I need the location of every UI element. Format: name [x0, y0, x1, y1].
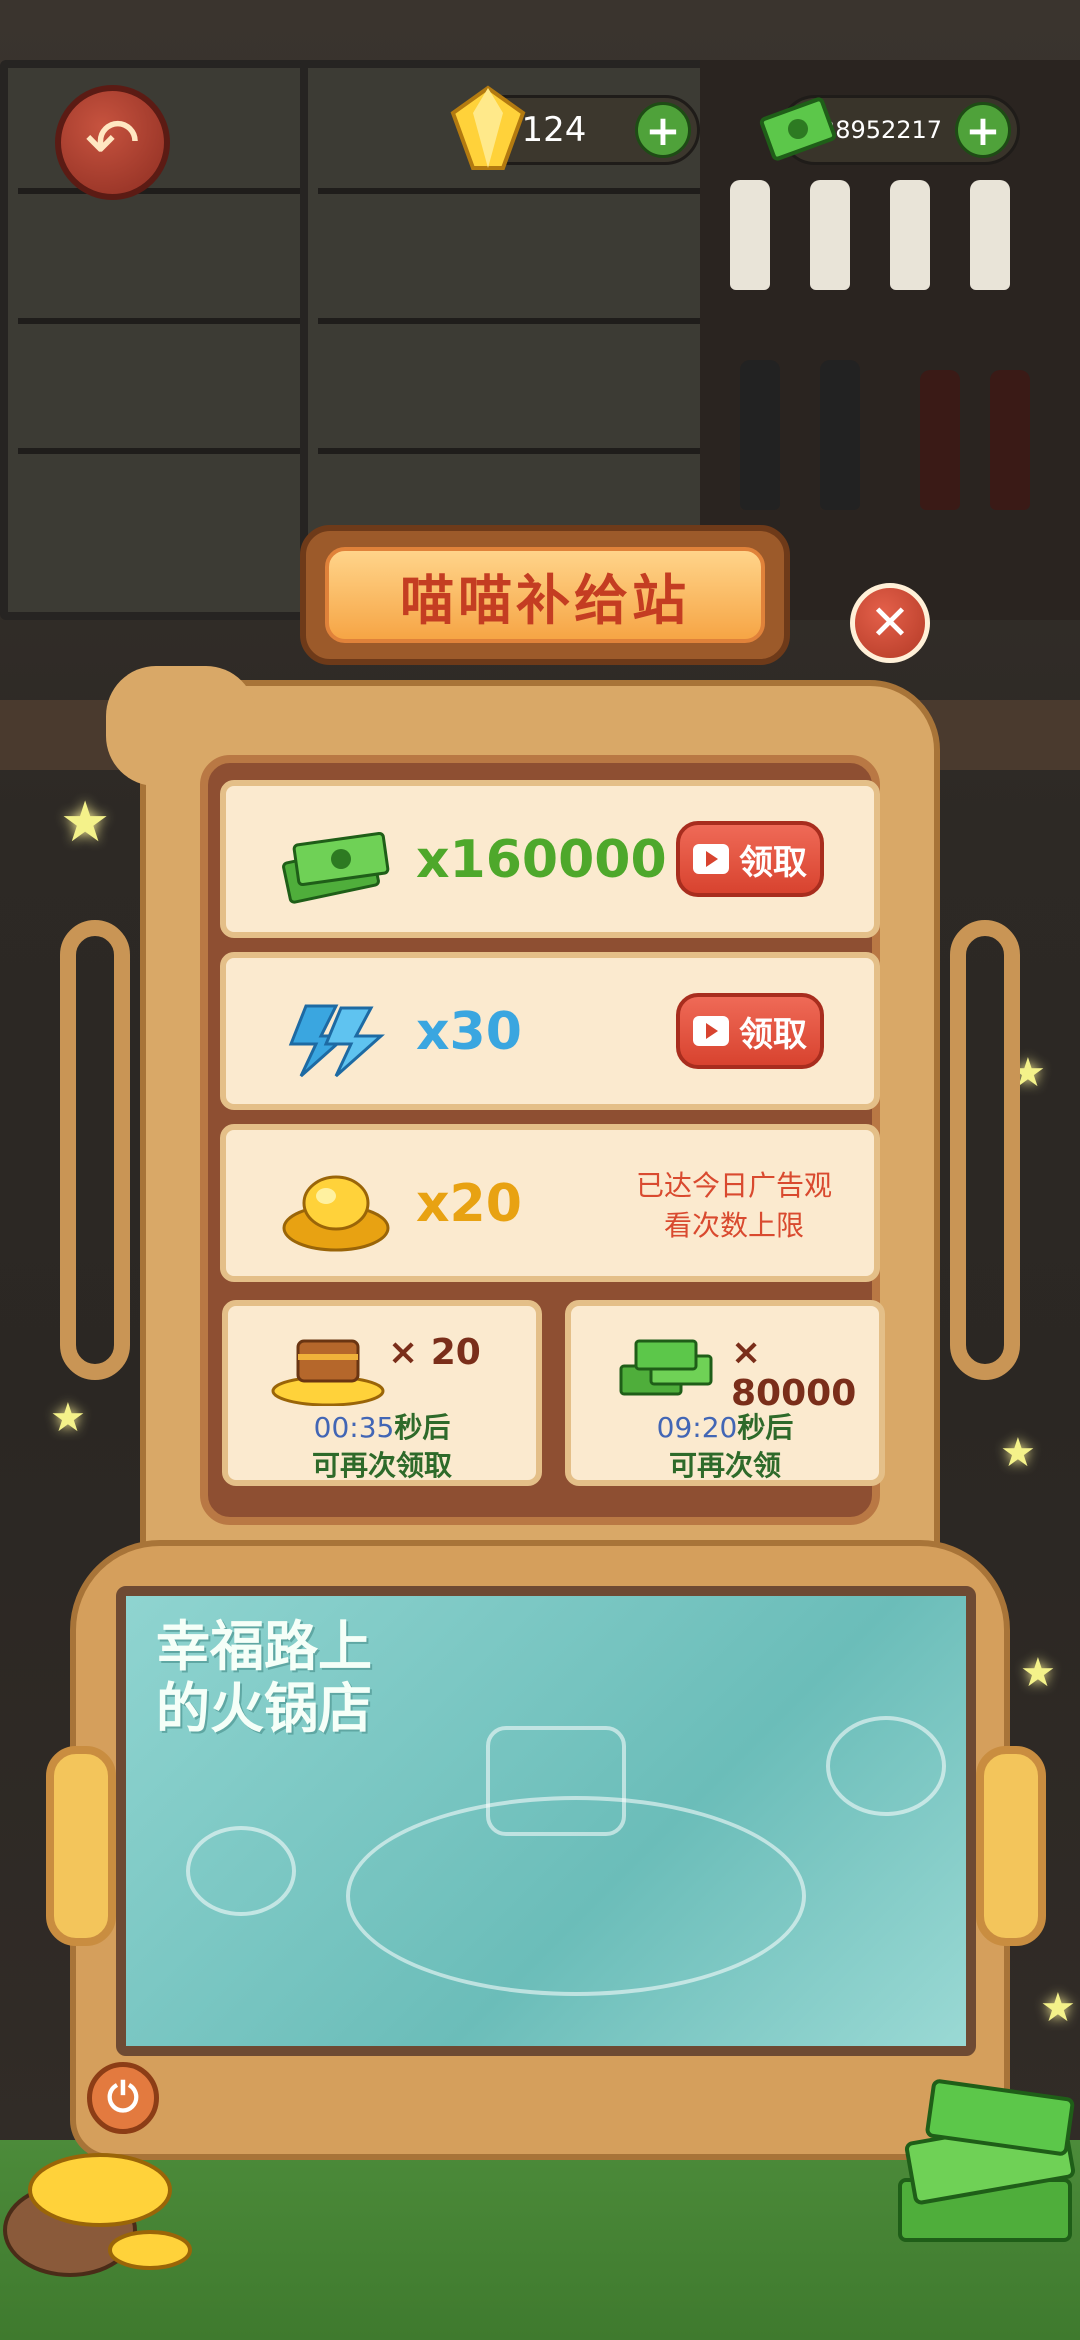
vegetable-drawing — [186, 1826, 296, 1916]
gem-icon — [450, 85, 526, 170]
timed-reward-chest[interactable]: × 20 00:35秒后 可再次领取 — [222, 1300, 542, 1486]
cash-icon — [759, 97, 837, 161]
gem-counter: 124 + — [450, 85, 700, 170]
back-button[interactable]: ↶ — [55, 85, 170, 200]
reward-amount: x160000 — [416, 830, 667, 890]
gold-nuggets-icon — [282, 1175, 390, 1252]
claim-label: 领取 — [739, 1014, 807, 1055]
reward-amount: x20 — [416, 1174, 522, 1234]
add-gems-button[interactable]: + — [635, 102, 691, 158]
cooldown-timer: 09:20秒后 — [656, 1411, 794, 1444]
cash-pile-icon — [898, 2079, 1076, 2242]
sparkle-icon: ★ — [1040, 1985, 1076, 2031]
machine-screen: 幸福路上 的火锅店 — [116, 1586, 976, 2056]
machine-handle-right — [950, 920, 1020, 1380]
reward-amount: × 80000 — [731, 1332, 857, 1414]
video-ad-icon — [693, 844, 729, 874]
cash-stack-icon — [282, 831, 390, 904]
sparkle-icon: ★ — [1000, 1430, 1036, 1476]
machine-base: 幸福路上 的火锅店 — [46, 1540, 1046, 2160]
power-button[interactable]: ⏻ — [87, 2062, 159, 2134]
reward-row-energy: x30 领取 — [220, 952, 880, 1110]
daily-limit-notice: 已达今日广告观看次数上限 — [635, 1169, 832, 1242]
cash-pile-icon — [619, 1339, 713, 1396]
back-arrow-icon: ↶ — [84, 104, 141, 181]
close-button[interactable]: ✕ — [850, 583, 930, 663]
pot-chimney-drawing — [486, 1726, 626, 1836]
side-light-right — [976, 1746, 1046, 1946]
vegetable-drawing — [826, 1716, 946, 1816]
reward-row-cash: x160000 领取 — [220, 780, 880, 938]
cooldown-label: 可再次领 — [668, 1449, 781, 1482]
reward-row-gold: x20 已达今日广告观看次数上限 — [220, 1124, 880, 1282]
panel-title-plate: 喵喵补给站 — [300, 525, 790, 665]
machine-handle-left — [60, 920, 130, 1380]
video-ad-icon — [693, 1016, 729, 1046]
timed-reward-cash[interactable]: × 80000 09:20秒后 可再次领 — [565, 1300, 885, 1486]
treasure-chest-icon — [271, 1339, 385, 1406]
cash-counter: 38952217 + — [759, 95, 1020, 165]
claim-energy-button[interactable]: 领取 — [676, 993, 824, 1069]
side-light-left — [46, 1746, 116, 1946]
claim-label: 领取 — [739, 842, 807, 883]
reward-amount: x30 — [416, 1002, 522, 1062]
sparkle-icon: ★ — [1020, 1650, 1056, 1696]
claim-cash-button[interactable]: 领取 — [676, 821, 824, 897]
sparkle-icon: ★ — [50, 1395, 86, 1441]
close-icon: ✕ — [869, 595, 911, 651]
panel-title: 喵喵补给站 — [325, 547, 765, 643]
reward-amount: × 20 — [388, 1332, 481, 1373]
lightning-icon — [288, 1004, 385, 1078]
power-icon: ⏻ — [107, 2075, 139, 2121]
cooldown-label: 可再次领取 — [311, 1449, 452, 1482]
add-cash-button[interactable]: + — [955, 102, 1011, 158]
cooldown-timer: 00:35秒后 — [313, 1411, 451, 1444]
game-logo: 幸福路上 的火锅店 — [156, 1615, 372, 1740]
